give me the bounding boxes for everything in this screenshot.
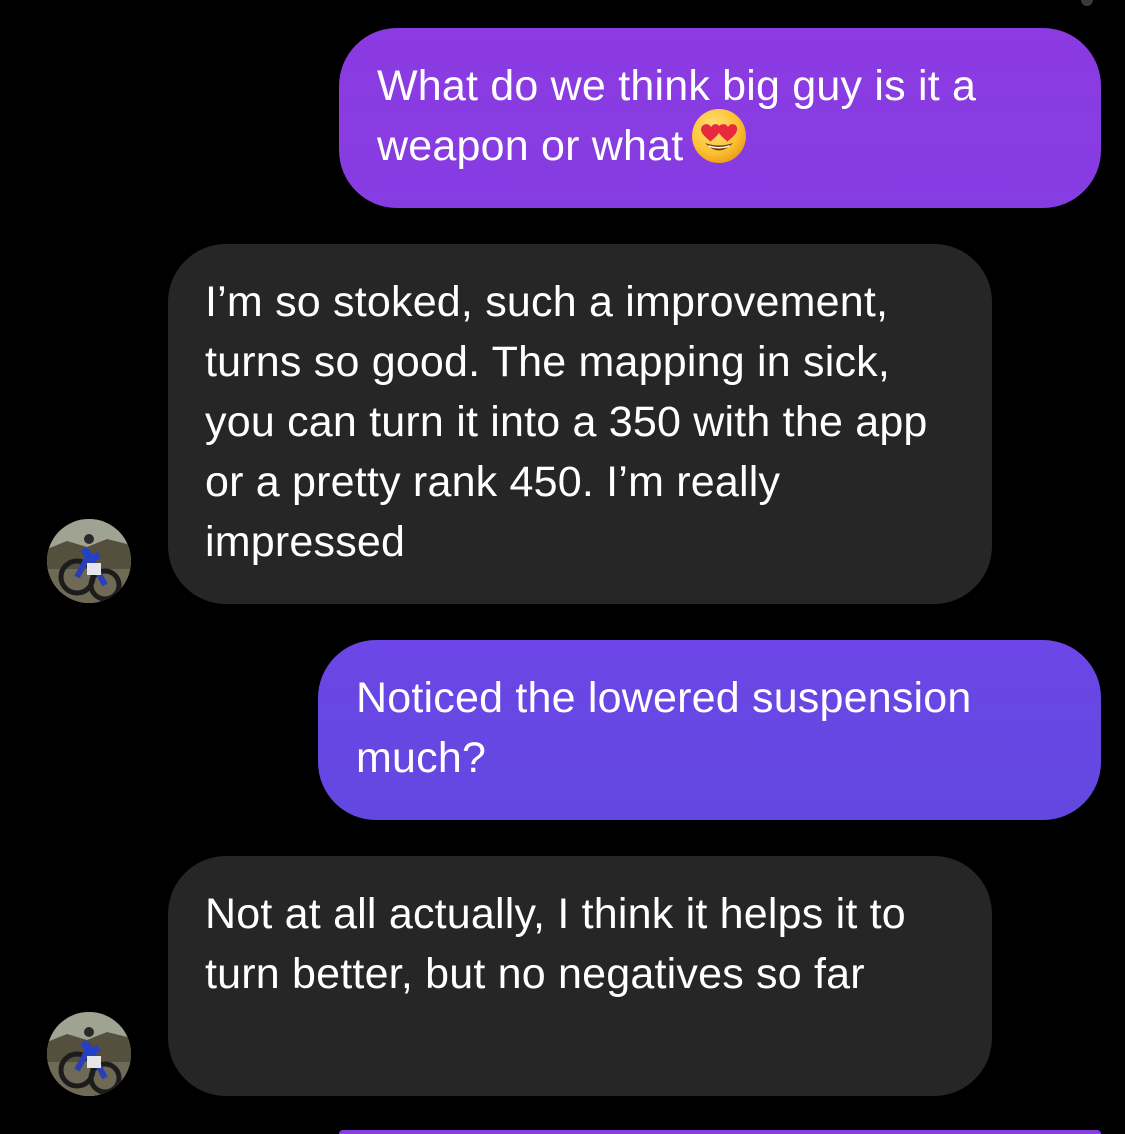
- message-text: Not at all actually, I think it helps it…: [205, 890, 906, 998]
- incoming-message-bubble[interactable]: I’m so stoked, such a improvement, turns…: [168, 244, 992, 604]
- outgoing-message-bubble[interactable]: Noticed the lowered suspension much?: [318, 640, 1101, 820]
- scroll-indicator: [1081, 0, 1093, 6]
- message-thread[interactable]: What do we think big guy is it a weapon …: [0, 0, 1125, 1134]
- outgoing-message-bubble[interactable]: What do we think big guy is it a weapon …: [339, 28, 1101, 208]
- heart-eyes-emoji-icon: [691, 108, 747, 180]
- message-text: Noticed the lowered suspension much?: [356, 674, 972, 782]
- message-text: What do we think big guy is it a weapon …: [377, 62, 977, 170]
- dirt-bike-avatar[interactable]: [47, 1012, 131, 1096]
- dirt-bike-avatar[interactable]: [47, 519, 131, 603]
- incoming-message-bubble[interactable]: Not at all actually, I think it helps it…: [168, 856, 992, 1096]
- message-text: I’m so stoked, such a improvement, turns…: [205, 278, 928, 566]
- outgoing-message-bubble-partial[interactable]: [339, 1130, 1101, 1134]
